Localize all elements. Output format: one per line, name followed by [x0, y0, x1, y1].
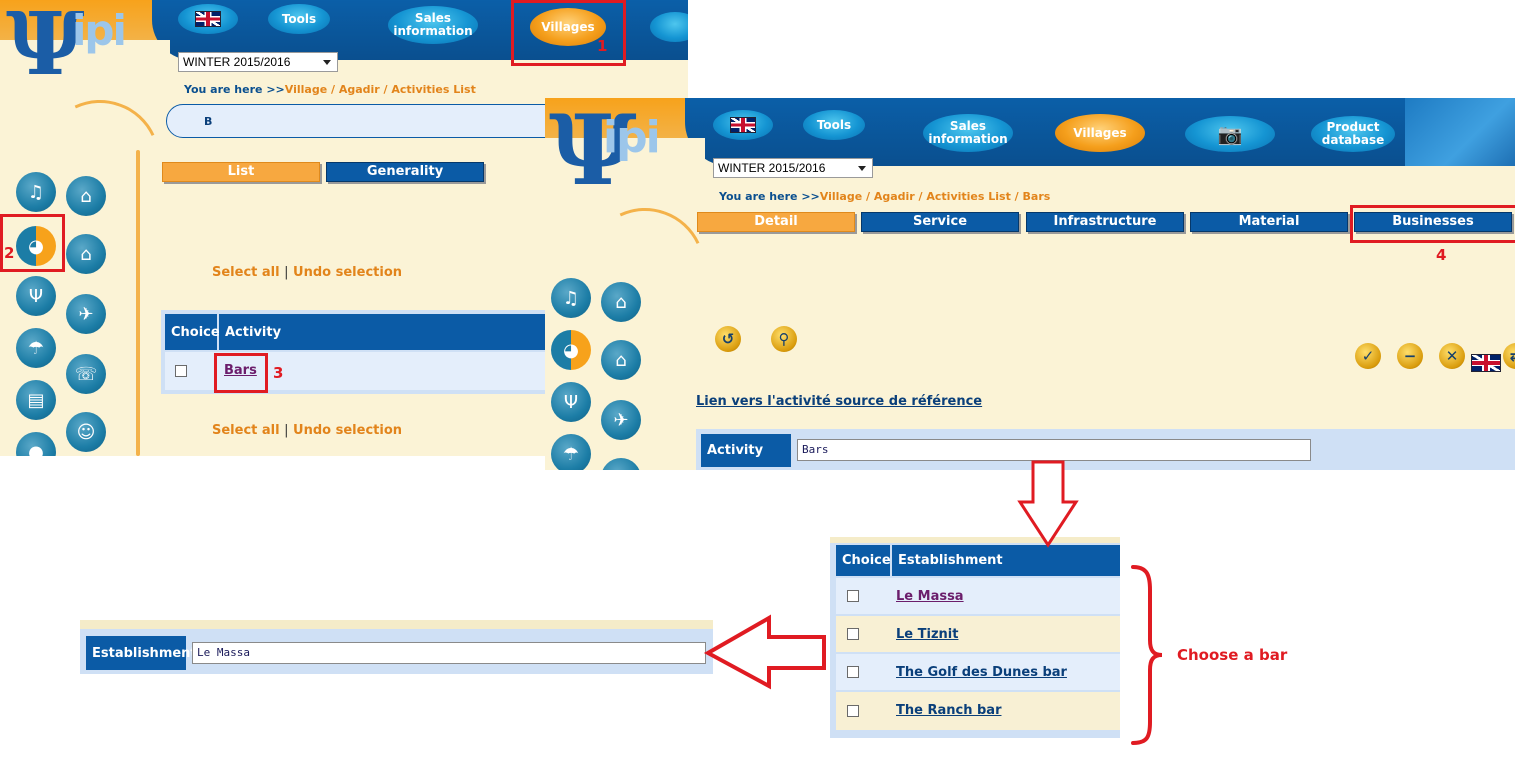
- annotation-overlay: [703, 460, 1163, 745]
- brace-annotation: [1131, 565, 1163, 745]
- down-arrow-annotation: [1017, 460, 1079, 548]
- choose-a-bar-annotation: Choose a bar: [1177, 646, 1288, 664]
- left-arrow-annotation: [703, 614, 826, 690]
